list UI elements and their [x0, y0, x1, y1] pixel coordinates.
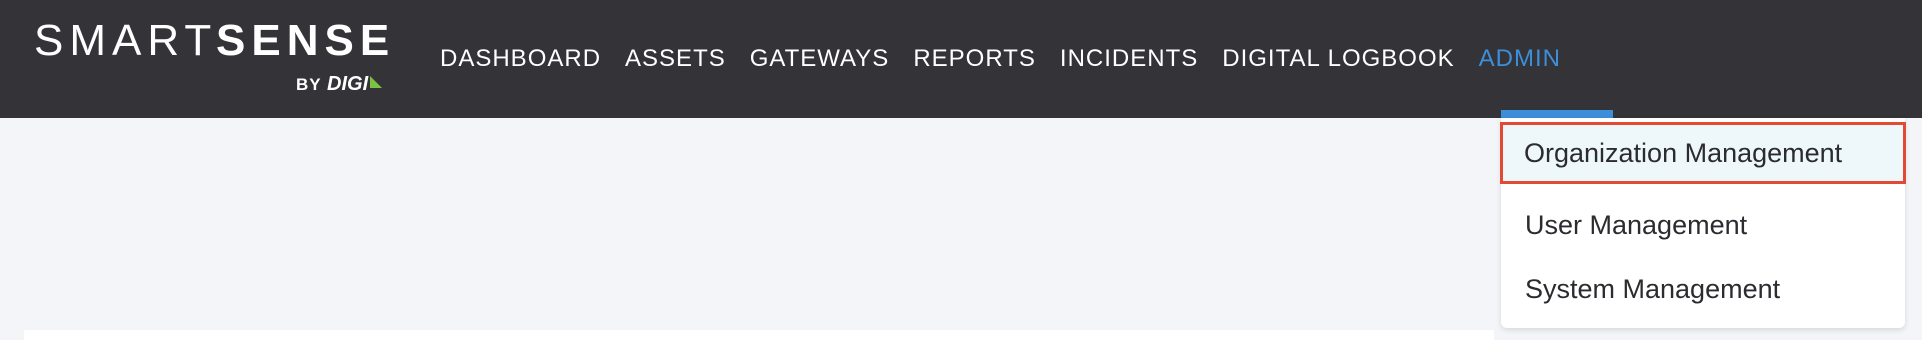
- nav-active-indicator: [1501, 110, 1613, 118]
- admin-dropdown-menu: Organization Management User Management …: [1500, 118, 1906, 328]
- nav-dashboard[interactable]: DASHBOARD: [440, 45, 601, 73]
- main-nav: DASHBOARD ASSETS GATEWAYS REPORTS INCIDE…: [440, 0, 1585, 118]
- nav-assets[interactable]: ASSETS: [625, 45, 726, 73]
- smartsense-logo[interactable]: SMART SENSE BY DIGI: [34, 16, 394, 96]
- nav-digital-logbook[interactable]: DIGITAL LOGBOOK: [1222, 45, 1454, 73]
- main-content-panel: [24, 330, 1494, 340]
- nav-reports[interactable]: REPORTS: [913, 45, 1036, 73]
- logo-tick-icon: [370, 76, 382, 88]
- logo-smart-text: SMART: [34, 16, 218, 65]
- nav-admin[interactable]: ADMIN: [1479, 45, 1561, 73]
- menu-item-user-management[interactable]: User Management: [1501, 194, 1905, 256]
- menu-item-organization-management[interactable]: Organization Management: [1500, 122, 1906, 184]
- logo-digi-text: DIGI: [327, 73, 369, 95]
- nav-gateways[interactable]: GATEWAYS: [750, 45, 890, 73]
- top-navigation-bar: SMART SENSE BY DIGI DASHBOARD ASSETS GAT…: [0, 0, 1922, 118]
- logo-sense-text: SENSE: [216, 16, 396, 65]
- logo-by-text: BY: [296, 75, 322, 94]
- nav-incidents[interactable]: INCIDENTS: [1060, 45, 1198, 73]
- menu-item-system-management[interactable]: System Management: [1501, 258, 1905, 320]
- logo-by-digi: BY DIGI: [296, 74, 368, 95]
